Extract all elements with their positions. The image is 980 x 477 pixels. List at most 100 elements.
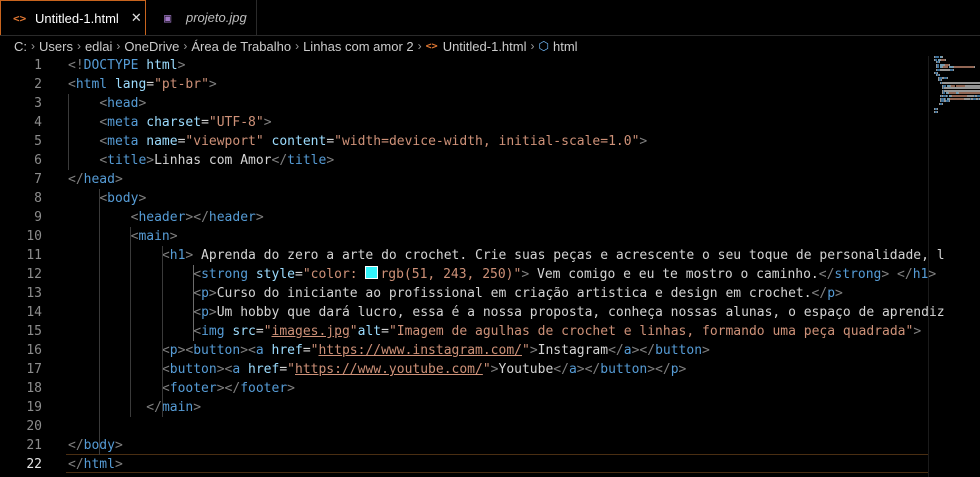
code-token: <: [193, 267, 202, 282]
line-number: 3: [34, 96, 42, 111]
breadcrumb-item[interactable]: html: [553, 39, 578, 54]
code-token: <: [161, 248, 170, 263]
html-file-icon: <>: [13, 11, 27, 25]
code-line[interactable]: 7 </head>: [0, 170, 930, 189]
code-line[interactable]: 6 <title>Linhas com Amor</title>: [0, 151, 930, 170]
code-token: >: [114, 457, 123, 472]
code-token: html: [146, 58, 178, 73]
line-number: 6: [34, 153, 42, 168]
code-token: <: [161, 362, 170, 377]
code-token: Vem comigo e eu te mostro o caminho.: [529, 267, 819, 282]
code-line[interactable]: 18 <footer></footer>: [0, 379, 930, 398]
breadcrumb: C: › Users › edlai › OneDrive › Área de …: [0, 36, 980, 56]
code-line[interactable]: 14 <p>Um hobby que dará lucro, essa é a …: [0, 303, 944, 322]
code-token: ></: [185, 210, 209, 225]
code-editor[interactable]: 1 <!DOCTYPE html> 2 <html lang="pt-br"> 3 <h…: [0, 56, 980, 477]
minimap-mark: [954, 66, 974, 69]
line-number: 11: [26, 248, 42, 263]
code-token: html: [83, 457, 115, 472]
minimap-mark: [945, 58, 946, 61]
chevron-right-icon: ›: [116, 39, 121, 53]
tab-untitled-1-html[interactable]: <> Untitled-1.html ✕: [0, 0, 146, 35]
tab-projeto-jpg[interactable]: ▣ projeto.jpg: [146, 0, 257, 35]
minimap[interactable]: [928, 56, 980, 116]
code-line[interactable]: 22 </html>: [0, 455, 930, 474]
breadcrumb-item[interactable]: Linhas com amor 2: [303, 39, 414, 54]
breadcrumb-item[interactable]: Área de Trabalho: [191, 39, 291, 54]
code-token: =: [201, 115, 209, 130]
code-token: strong: [834, 267, 882, 282]
breadcrumb-item[interactable]: Users: [39, 39, 73, 54]
code-text: <html lang="pt-br">: [68, 75, 217, 94]
code-line[interactable]: 16 <p><button><a href="https://www.insta…: [0, 341, 930, 360]
code-token: button: [169, 362, 217, 377]
code-token: <: [161, 381, 170, 396]
line-number: 1: [34, 58, 42, 73]
code-line[interactable]: 2 <html lang="pt-br">: [0, 75, 930, 94]
code-token: =: [279, 362, 288, 377]
minimap-mark: [941, 69, 949, 71]
code-token: rgb(51, 243, 250)": [380, 267, 522, 282]
code-token: >: [287, 381, 295, 396]
code-token: <: [99, 153, 108, 168]
code-token: ": [263, 324, 272, 339]
line-number: 13: [26, 286, 42, 301]
code-token: header: [208, 210, 256, 225]
breadcrumb-item[interactable]: edlai: [85, 39, 112, 54]
code-line[interactable]: 5 <meta name="viewport" content="width=d…: [0, 132, 930, 151]
code-token: DOCTYPE: [83, 58, 139, 73]
code-line[interactable]: 11 <h1> Aprenda do zero a arte do croche…: [0, 246, 944, 265]
breadcrumb-item[interactable]: Untitled-1.html: [443, 39, 527, 54]
code-line[interactable]: 21 </body>: [0, 436, 930, 455]
code-line[interactable]: 9 <header></header>: [0, 208, 930, 227]
image-file-icon: ▣: [164, 10, 172, 25]
minimap-mark: [942, 102, 943, 105]
code-token: <: [193, 305, 202, 320]
code-token: a: [568, 362, 577, 377]
breadcrumb-item[interactable]: C:: [14, 39, 27, 54]
chevron-right-icon: ›: [530, 39, 535, 53]
indent-guide: [130, 227, 132, 417]
code-token: </: [897, 267, 913, 282]
code-token: p: [201, 305, 209, 320]
code-token: footer: [169, 381, 217, 396]
code-token: >: [490, 362, 499, 377]
code-token: p: [201, 286, 209, 301]
code-token: </: [818, 267, 835, 282]
code-token: =: [326, 134, 335, 149]
code-line[interactable]: 1 <!DOCTYPE html>: [0, 56, 930, 75]
code-token: images.jpg: [271, 324, 350, 339]
breadcrumb-item[interactable]: OneDrive: [124, 39, 179, 54]
code-line[interactable]: 3 <head>: [0, 94, 930, 113]
code-token: "width=device-width, initial-scale=1.0": [334, 134, 640, 149]
code-token: >: [208, 286, 217, 301]
code-line[interactable]: 15 <img src="images.jpg"alt="Imagem de a…: [0, 322, 930, 341]
code-line[interactable]: 13 <p>Curso do iniciante ao profissional…: [0, 284, 930, 303]
code-token: href: [248, 362, 280, 377]
line-number: 20: [26, 419, 42, 434]
code-token: src: [232, 324, 256, 339]
minimap-mark: [947, 76, 948, 79]
code-line[interactable]: 19 </main>: [0, 398, 930, 417]
code-line[interactable]: 8 <body>: [0, 189, 930, 208]
code-line[interactable]: 20: [0, 417, 930, 436]
code-token: strong: [201, 267, 249, 282]
code-text: <meta name="viewport" content="width=dev…: [68, 132, 647, 151]
code-text: <!DOCTYPE html>: [68, 56, 185, 75]
code-token: a: [623, 343, 632, 358]
code-line[interactable]: 12 <strong style="color: rgb(51, 243, 25…: [0, 265, 936, 284]
code-token: main: [138, 229, 170, 244]
code-token: ": [349, 324, 358, 339]
code-line[interactable]: 10 <main>: [0, 227, 930, 246]
code-token: </: [271, 153, 288, 168]
code-line[interactable]: 4 <meta charset="UTF-8">: [0, 113, 930, 132]
code-line[interactable]: 17 <button><a href="https://www.youtube.…: [0, 360, 930, 379]
close-icon[interactable]: ✕: [131, 10, 142, 26]
color-swatch[interactable]: [365, 266, 379, 279]
code-token: >: [702, 343, 710, 358]
